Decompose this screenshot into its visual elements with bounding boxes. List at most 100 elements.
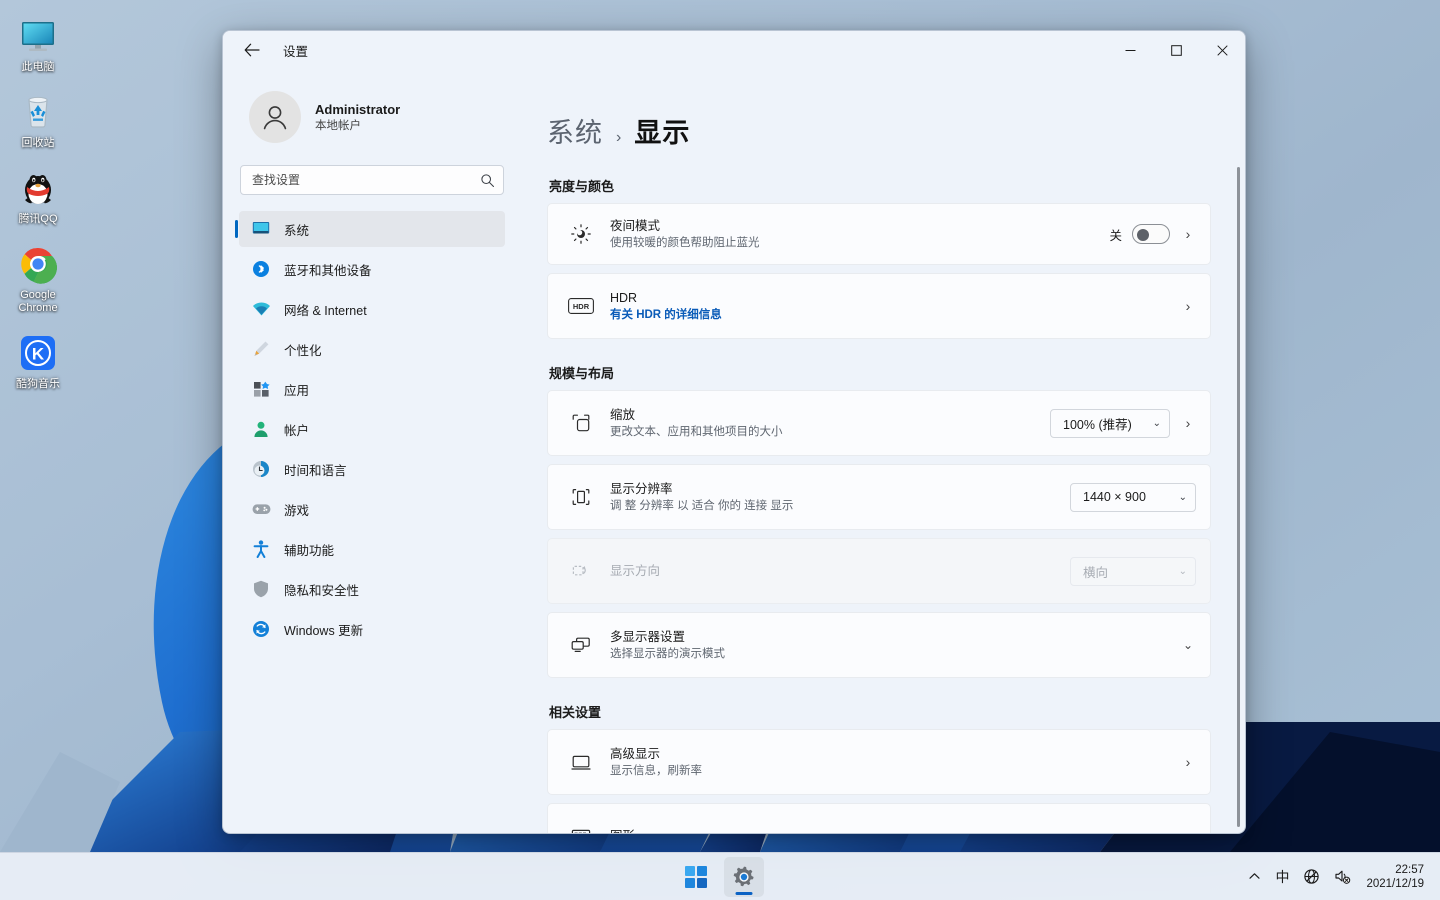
sidebar-item-system[interactable]: 系统: [235, 211, 505, 247]
windows-start-icon: [685, 865, 707, 888]
sidebar-item-label: 个性化: [284, 343, 322, 358]
breadcrumb-separator: ›: [616, 129, 622, 146]
sidebar-item-label: 系统: [284, 223, 310, 238]
graphics-icon: [564, 827, 598, 833]
sidebar-item-label: 网络 & Internet: [284, 303, 367, 318]
sidebar-item-label: 时间和语言: [284, 463, 347, 478]
back-button[interactable]: [235, 35, 269, 65]
breadcrumb-parent[interactable]: 系统: [547, 111, 603, 150]
taskbar-settings-button[interactable]: [724, 856, 764, 897]
sidebar-item-personalization[interactable]: 个性化: [239, 331, 505, 367]
orientation-icon: [564, 562, 598, 580]
hdr-row[interactable]: HDR HDR 有关 HDR 的详细信息 ›: [547, 273, 1211, 339]
google-chrome-icon: [16, 242, 60, 286]
resolution-title: 显示分辨率: [610, 481, 673, 496]
brightness-sun-icon: [564, 224, 598, 244]
settings-window: 设置 Administrator 本地帐户 查找设置 系统 蓝牙和其他设备 网络…: [222, 30, 1246, 834]
multi-display-subtitle: 选择显示器的演示模式: [610, 647, 725, 660]
kugou-music-icon: K: [16, 331, 60, 375]
window-controls: [1107, 31, 1245, 69]
sidebar-item-label: 蓝牙和其他设备: [284, 263, 372, 278]
orientation-dropdown: 横向 ⌄: [1070, 556, 1196, 586]
scale-row[interactable]: 缩放 更改文本、应用和其他项目的大小 100% (推荐) ⌄ ›: [547, 390, 1211, 456]
window-titlebar: 设置: [223, 31, 1245, 69]
time-language-icon: [250, 460, 272, 478]
desktop-icon-recycle-bin[interactable]: 回收站: [0, 84, 76, 150]
graphics-title: 图形: [610, 828, 1170, 834]
sidebar-item-privacy-security[interactable]: 隐私和安全性: [239, 571, 505, 607]
chevron-right-icon[interactable]: ›: [1180, 754, 1196, 770]
sidebar-item-label: 应用: [284, 383, 310, 398]
privacy-security-icon: [250, 580, 272, 598]
resolution-subtitle: 调 整 分辨率 以 适合 你的 连接 显示: [610, 499, 794, 512]
sidebar-item-label: 帐户: [284, 423, 310, 438]
scale-value: 100% (推荐): [1063, 417, 1132, 432]
gaming-icon: [250, 502, 272, 516]
night-light-toggle[interactable]: [1132, 224, 1170, 244]
hdr-more-info-link[interactable]: 有关 HDR 的详细信息: [610, 307, 1170, 323]
network-icon: [250, 301, 272, 317]
search-box[interactable]: [240, 165, 504, 195]
multi-display-row[interactable]: 多显示器设置 选择显示器的演示模式 ⌄: [547, 612, 1211, 678]
orientation-title: 显示方向: [610, 563, 661, 578]
maximize-button[interactable]: [1153, 31, 1199, 69]
content-scrollbar[interactable]: [1237, 167, 1240, 827]
graphics-row[interactable]: 图形 ›: [547, 803, 1211, 833]
chevron-right-icon[interactable]: ›: [1180, 415, 1196, 431]
desktop-icon-kugou-music[interactable]: K 酷狗音乐: [0, 325, 76, 391]
advanced-display-row[interactable]: 高级显示 显示信息，刷新率 ›: [547, 729, 1211, 795]
settings-gear-icon: [733, 866, 754, 886]
close-icon: [1216, 44, 1228, 56]
chevron-right-icon[interactable]: ›: [1180, 828, 1196, 833]
taskbar: 中 22:57 2021/12/19: [0, 852, 1440, 900]
sidebar-item-time-language[interactable]: 时间和语言: [239, 451, 505, 487]
chevron-down-icon: ⌄: [1178, 491, 1187, 503]
volume-muted-icon: [1335, 870, 1351, 884]
sidebar-item-apps[interactable]: 应用: [239, 371, 505, 407]
tray-ime-indicator[interactable]: 中: [1268, 857, 1296, 897]
maximize-icon: [1170, 44, 1182, 56]
chevron-up-icon: [1249, 873, 1261, 879]
desktop-icon-label: 此电脑: [21, 61, 55, 73]
resolution-row[interactable]: 显示分辨率 调 整 分辨率 以 适合 你的 连接 显示 1440 × 900 ⌄: [547, 464, 1211, 530]
sidebar-item-network[interactable]: 网络 & Internet: [239, 291, 505, 327]
sidebar-item-gaming[interactable]: 游戏: [239, 491, 505, 527]
sidebar: Administrator 本地帐户 查找设置 系统 蓝牙和其他设备 网络 & …: [223, 69, 521, 833]
night-light-row[interactable]: 夜间模式 使用较暖的颜色帮助阻止蓝光 关 ›: [547, 203, 1211, 265]
tray-volume-button[interactable]: [1327, 857, 1358, 897]
bluetooth-icon: [250, 260, 272, 278]
chevron-right-icon[interactable]: ›: [1180, 226, 1196, 242]
page-title: 显示: [634, 118, 691, 148]
desktop-icon-google-chrome[interactable]: Google Chrome: [0, 236, 76, 315]
minimize-button[interactable]: [1107, 31, 1153, 69]
chevron-down-icon[interactable]: ⌄: [1180, 638, 1196, 652]
sidebar-item-accounts[interactable]: 帐户: [239, 411, 505, 447]
search-input[interactable]: [252, 173, 480, 187]
sidebar-item-accessibility[interactable]: 辅助功能: [239, 531, 505, 567]
close-button[interactable]: [1199, 31, 1245, 69]
system-tray: 中 22:57 2021/12/19: [1241, 857, 1440, 897]
chevron-right-icon[interactable]: ›: [1180, 298, 1196, 314]
scale-icon: [564, 413, 598, 433]
taskbar-clock[interactable]: 22:57 2021/12/19: [1358, 863, 1428, 891]
tray-overflow-button[interactable]: [1241, 857, 1268, 897]
resolution-dropdown[interactable]: 1440 × 900 ⌄: [1070, 482, 1196, 512]
sidebar-item-bluetooth[interactable]: 蓝牙和其他设备: [239, 251, 505, 287]
sidebar-item-windows-update[interactable]: Windows 更新: [239, 611, 505, 647]
sidebar-item-label: 辅助功能: [284, 543, 335, 558]
desktop-icon-tencent-qq[interactable]: 腾讯QQ: [0, 160, 76, 226]
scale-dropdown[interactable]: 100% (推荐) ⌄: [1050, 408, 1170, 438]
start-button[interactable]: [676, 857, 716, 897]
windows-update-icon: [250, 620, 272, 638]
orientation-row: 显示方向 横向 ⌄: [547, 538, 1211, 604]
user-avatar-icon: [249, 91, 301, 143]
personalization-icon: [250, 340, 272, 358]
content-pane: 系统 › 显示 亮度与颜色 夜间模式 使用较暖的颜色帮助阻止蓝光 关 › HDR…: [521, 69, 1245, 833]
desktop: 此电脑 回收站 腾讯QQ Google Chrome K 酷狗音乐 设置 Adm…: [0, 0, 1440, 900]
multi-display-icon: [564, 636, 598, 654]
resolution-value: 1440 × 900: [1083, 490, 1146, 504]
account-card[interactable]: Administrator 本地帐户: [239, 69, 505, 165]
desktop-icon-this-pc[interactable]: 此电脑: [0, 8, 76, 74]
accounts-icon: [250, 421, 272, 438]
tray-network-button[interactable]: [1296, 857, 1327, 897]
